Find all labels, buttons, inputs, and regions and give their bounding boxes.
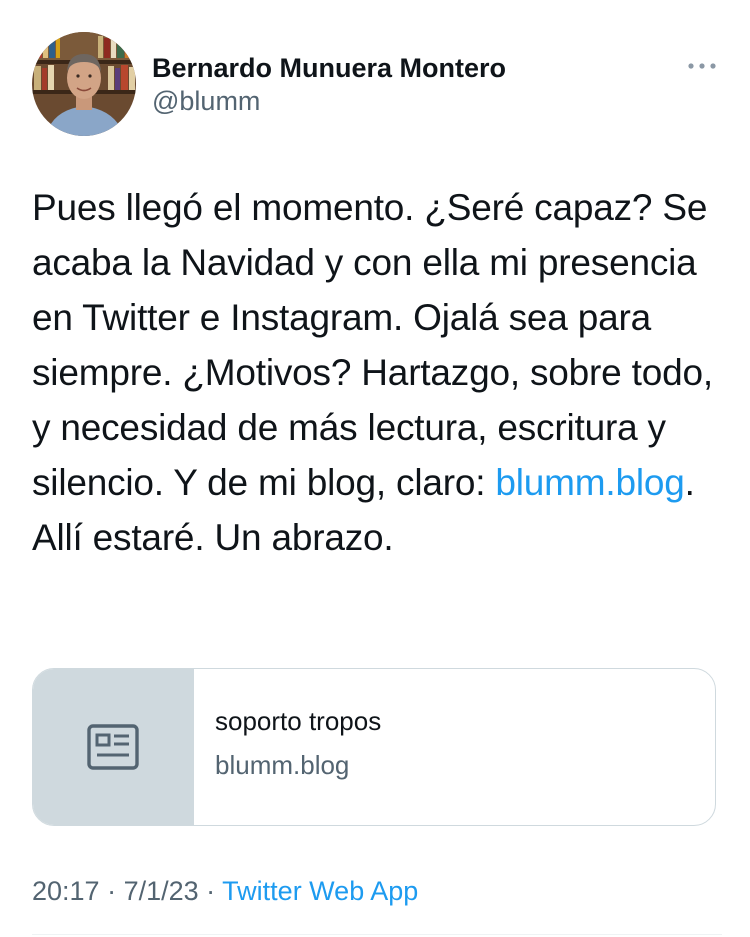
tweet-header: Bernardo Munuera Montero @blumm <box>32 32 722 136</box>
meta-separator: · <box>99 876 124 906</box>
tweet-date[interactable]: 7/1/23 <box>124 876 199 906</box>
user-info: Bernardo Munuera Montero @blumm <box>152 52 506 117</box>
more-options-button[interactable] <box>682 56 722 76</box>
divider <box>32 934 722 935</box>
card-domain: blumm.blog <box>215 750 350 780</box>
article-icon <box>87 724 139 770</box>
tweet-link[interactable]: blumm.blog <box>495 462 684 503</box>
tweet-text: Pues llegó el momento. ¿Seré capaz? Se a… <box>32 180 722 565</box>
author-handle[interactable]: @blumm <box>152 85 506 117</box>
tweet-source-link[interactable]: Twitter Web App <box>222 876 418 906</box>
author-display-name[interactable]: Bernardo Munuera Montero <box>152 52 506 84</box>
card-body: soporto tropos blumm.blog <box>215 705 381 781</box>
tweet-meta: 20:17 · 7/1/23 · Twitter Web App <box>32 874 418 908</box>
card-title: soporto tropos <box>215 706 382 736</box>
avatar[interactable] <box>32 32 136 136</box>
meta-separator: · <box>198 876 223 906</box>
link-preview-card[interactable]: soporto tropos blumm.blog <box>32 668 716 826</box>
more-horizontal-icon <box>688 63 716 69</box>
tweet-text-body: Pues llegó el momento. ¿Seré capaz? Se a… <box>32 187 713 503</box>
tweet-time[interactable]: 20:17 <box>32 876 100 906</box>
card-thumbnail <box>33 669 194 825</box>
